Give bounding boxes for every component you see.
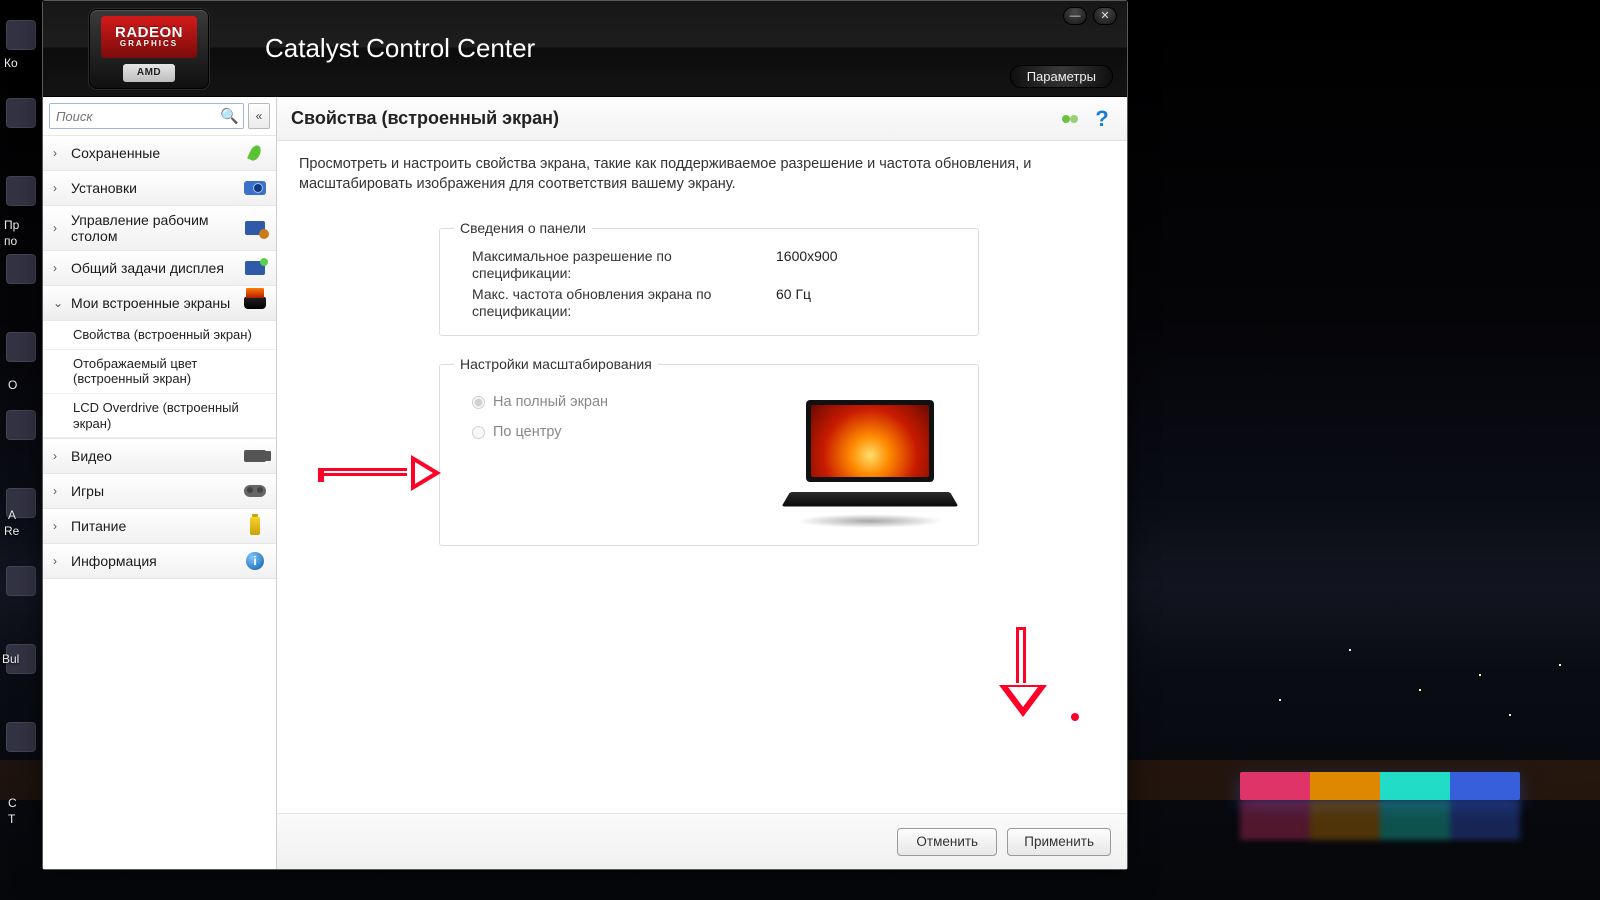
- desktop-label: О: [8, 378, 17, 392]
- cancel-button[interactable]: Отменить: [897, 828, 997, 856]
- app-title: Catalyst Control Center: [265, 33, 535, 64]
- monitor-icon: [242, 257, 268, 279]
- sidebar-item-display-tasks[interactable]: › Общий задачи дисплея: [43, 251, 276, 286]
- annotation-dot: [1071, 713, 1079, 721]
- chevron-right-icon: ›: [53, 484, 63, 498]
- chevron-left-double-icon: «: [256, 109, 263, 123]
- chevron-right-icon: ›: [53, 261, 63, 275]
- sidebar-item-games[interactable]: › Игры: [43, 474, 276, 509]
- annotation-arrow-right: [321, 455, 441, 491]
- scaling-legend: Настройки масштабирования: [454, 356, 658, 372]
- footer: Отменить Применить: [277, 813, 1127, 869]
- sidebar-item-label: Информация: [71, 553, 234, 569]
- scaling-option-label: На полный экран: [493, 394, 608, 410]
- page-title: Свойства (встроенный экран): [291, 108, 1049, 129]
- info-icon: i: [242, 550, 268, 572]
- brand-graphics: GRAPHICS: [120, 40, 178, 48]
- sidebar-item-label: Установки: [71, 180, 234, 196]
- desktop-label: Bul: [2, 652, 19, 666]
- desktop-label: Пр: [4, 218, 19, 232]
- desktop-label: по: [4, 234, 17, 248]
- sidebar-item-label: Видео: [71, 448, 234, 464]
- desktop-label: Т: [8, 812, 15, 826]
- catalyst-control-center-window: — ✕ RADEON GRAPHICS AMD Catalyst Control…: [42, 0, 1128, 870]
- content-header: Свойства (встроенный экран) ?: [277, 97, 1127, 141]
- max-resolution-label: Максимальное разрешение по спецификации:: [472, 248, 752, 282]
- gamepad-icon: [242, 480, 268, 502]
- desktop-label: С: [8, 796, 17, 810]
- close-icon: ✕: [1100, 11, 1109, 22]
- desktop-gear-icon: [242, 217, 268, 239]
- sidebar-item-desktop-management[interactable]: › Управление рабочим столом: [43, 206, 276, 251]
- search-input[interactable]: [49, 103, 244, 129]
- desktop-label: А: [8, 508, 16, 522]
- sidebar-item-label: Питание: [71, 518, 234, 534]
- panel-info-group: Сведения о панели Максимальное разрешени…: [439, 220, 979, 336]
- scaling-radio-fullscreen[interactable]: [472, 396, 485, 409]
- sidebar-item-label: Общий задачи дисплея: [71, 260, 234, 276]
- sidebar-item-pinned[interactable]: › Сохраненные: [43, 135, 276, 171]
- scaling-option-label: По центру: [493, 424, 562, 440]
- desktop-label: Ко: [4, 56, 18, 70]
- chevron-right-icon: ›: [53, 449, 63, 463]
- pin-icon: [242, 142, 268, 164]
- chevron-right-icon: ›: [53, 146, 63, 160]
- battery-icon: [242, 515, 268, 537]
- sidebar-item-label: Сохраненные: [71, 145, 234, 161]
- content-pane: Свойства (встроенный экран) ? Просмотрет…: [277, 97, 1127, 869]
- minimize-button[interactable]: —: [1063, 7, 1087, 25]
- apply-button[interactable]: Применить: [1007, 828, 1111, 856]
- sidebar-item-label: Управление рабочим столом: [71, 212, 234, 244]
- chevron-right-icon: ›: [53, 221, 63, 235]
- collapse-sidebar-button[interactable]: «: [248, 103, 270, 129]
- desktop-label: Re: [4, 524, 19, 538]
- scaling-group: Настройки масштабирования На полный экра…: [439, 356, 979, 546]
- page-description: Просмотреть и настроить свойства экрана,…: [299, 155, 1105, 194]
- minimize-icon: —: [1070, 11, 1081, 22]
- sidebar-subitem-lcd-overdrive[interactable]: LCD Overdrive (встроенный экран): [43, 394, 276, 438]
- panel-info-legend: Сведения о панели: [454, 220, 592, 236]
- max-refresh-value: 60 Гц: [776, 286, 811, 302]
- chevron-right-icon: ›: [53, 181, 63, 195]
- search-wrap: 🔍: [49, 103, 244, 129]
- parameters-button[interactable]: Параметры: [1010, 65, 1113, 88]
- camera-icon: [242, 177, 268, 199]
- titlebar[interactable]: — ✕ RADEON GRAPHICS AMD Catalyst Control…: [43, 1, 1127, 97]
- sidebar-item-label: Мои встроенные экраны: [71, 295, 234, 311]
- search-icon[interactable]: 🔍: [220, 107, 239, 125]
- sidebar-item-label: Игры: [71, 483, 234, 499]
- content-body: Просмотреть и настроить свойства экрана,…: [277, 141, 1127, 813]
- sidebar-item-builtin-screens[interactable]: ⌄ Мои встроенные экраны: [43, 286, 276, 321]
- scaling-radio-center[interactable]: [472, 426, 485, 439]
- annotation-arrow-down: [999, 627, 1047, 717]
- laptop-icon: [242, 292, 268, 314]
- sidebar-item-video[interactable]: › Видео: [43, 438, 276, 474]
- help-icon[interactable]: ?: [1091, 108, 1113, 130]
- sidebar-item-power[interactable]: › Питание: [43, 509, 276, 544]
- sidebar-subitem-color[interactable]: Отображаемый цвет (встроенный экран): [43, 350, 276, 394]
- chevron-right-icon: ›: [53, 554, 63, 568]
- sidebar-item-information[interactable]: › Информация i: [43, 544, 276, 579]
- brand-radeon: RADEON: [115, 25, 183, 40]
- chevron-down-icon: ⌄: [53, 296, 63, 310]
- camcorder-icon: [242, 445, 268, 467]
- max-resolution-value: 1600x900: [776, 248, 838, 264]
- sidebar-item-presets[interactable]: › Установки: [43, 171, 276, 206]
- close-button[interactable]: ✕: [1093, 7, 1117, 25]
- sidebar-nav: › Сохраненные › Установки › Управление р…: [43, 135, 276, 869]
- refresh-icon[interactable]: [1059, 108, 1081, 130]
- sidebar-subitem-properties[interactable]: Свойства (встроенный экран): [43, 321, 276, 350]
- max-refresh-label: Макс. частота обновления экрана по специ…: [472, 286, 752, 320]
- chevron-right-icon: ›: [53, 519, 63, 533]
- brand-amd: AMD: [123, 64, 175, 82]
- neon-boat: [1240, 772, 1520, 800]
- laptop-preview-icon: [790, 400, 950, 520]
- brand-badge: RADEON GRAPHICS AMD: [89, 9, 209, 89]
- sidebar: 🔍 « › Сохраненные › Установки › Управлен: [43, 97, 277, 869]
